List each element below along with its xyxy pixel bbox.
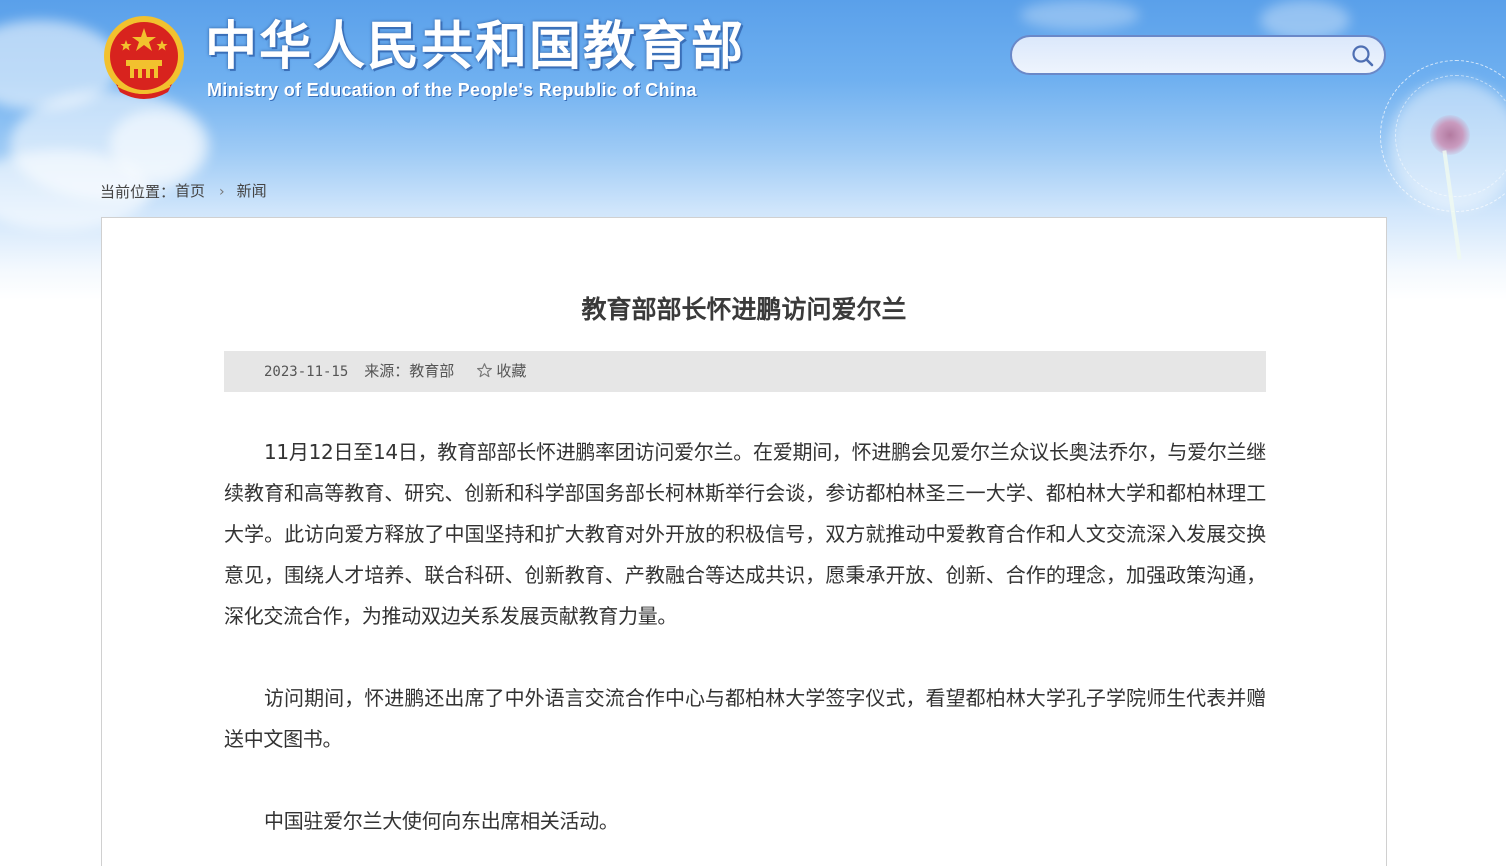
cloud-decoration xyxy=(1260,0,1350,40)
cloud-decoration xyxy=(1020,0,1140,30)
breadcrumb: 当前位置：首页 › 新闻 xyxy=(100,180,267,202)
search-button[interactable] xyxy=(1350,43,1376,69)
search-box xyxy=(1010,35,1386,75)
article-paragraph: 11月12日至14日，教育部部长怀进鹏率团访问爱尔兰。在爱期间，怀进鹏会见爱尔兰… xyxy=(224,440,1266,628)
dandelion-center-decoration xyxy=(1430,115,1470,155)
search-icon xyxy=(1352,45,1374,67)
national-emblem-icon xyxy=(102,14,186,102)
article-meta-bar: 2023-11-15 来源：教育部 收藏 xyxy=(224,351,1266,392)
search-input[interactable] xyxy=(1028,43,1352,69)
breadcrumb-prefix: 当前位置： xyxy=(100,183,176,201)
cloud-decoration xyxy=(110,110,200,180)
star-icon xyxy=(477,363,493,378)
breadcrumb-current-link[interactable]: 新闻 xyxy=(237,182,267,200)
article-paragraph: 中国驻爱尔兰大使何向东出席相关活动。 xyxy=(264,809,619,833)
collect-button[interactable]: 收藏 xyxy=(476,351,526,392)
article-date: 2023-11-15 xyxy=(264,364,349,380)
article-paragraph: 访问期间，怀进鹏还出席了中外语言交流合作中心与都柏林大学签字仪式，看望都柏林大学… xyxy=(224,686,1266,751)
article-panel: 教育部部长怀进鹏访问爱尔兰 2023-11-15 来源：教育部 收藏 11月12日至… xyxy=(101,217,1387,866)
site-subtitle: Ministry of Education of the People's Re… xyxy=(207,80,697,100)
breadcrumb-home-link[interactable]: 首页 xyxy=(175,182,205,200)
site-title[interactable]: 中华人民共和国教育部 xyxy=(205,16,745,78)
collect-label: 收藏 xyxy=(496,362,527,380)
article-source: 来源：教育部 xyxy=(364,362,455,380)
chevron-right-icon: › xyxy=(219,183,225,200)
article-content: 11月12日至14日，教育部部长怀进鹏率团访问爱尔兰。在爱期间，怀进鹏会见爱尔兰… xyxy=(224,432,1266,866)
article-title: 教育部部长怀进鹏访问爱尔兰 xyxy=(581,295,907,324)
